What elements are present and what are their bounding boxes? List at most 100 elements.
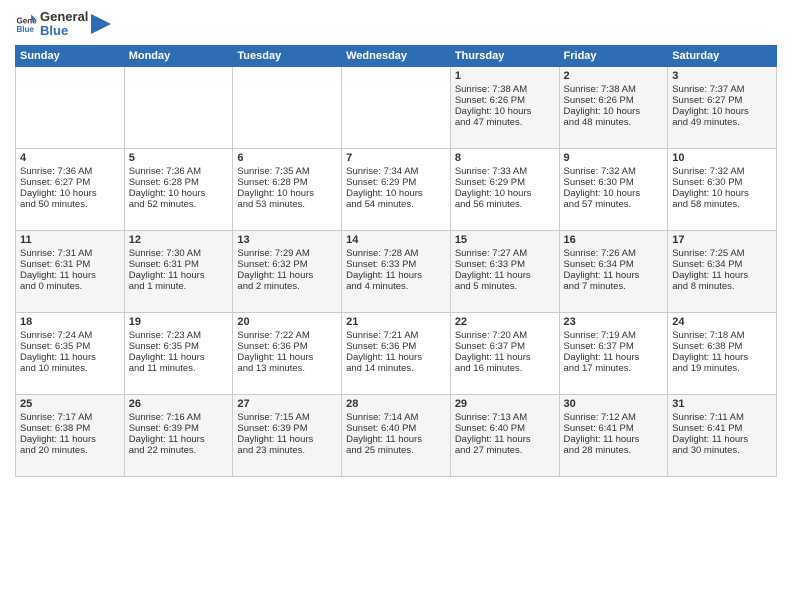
cell-content-line: Daylight: 11 hours: [672, 270, 772, 281]
day-number: 10: [672, 152, 772, 164]
cell-content-line: Sunset: 6:38 PM: [20, 423, 120, 434]
cell-content-line: Sunset: 6:36 PM: [346, 341, 446, 352]
calendar-week-row: 25Sunrise: 7:17 AMSunset: 6:38 PMDayligh…: [16, 394, 777, 476]
cell-content-line: and 54 minutes.: [346, 199, 446, 210]
cell-content-line: Sunset: 6:30 PM: [564, 177, 664, 188]
cell-content-line: and 20 minutes.: [20, 445, 120, 456]
weekday-header-wednesday: Wednesday: [342, 45, 451, 66]
cell-content-line: and 52 minutes.: [129, 199, 229, 210]
cell-content-line: and 7 minutes.: [564, 281, 664, 292]
calendar-week-row: 1Sunrise: 7:38 AMSunset: 6:26 PMDaylight…: [16, 66, 777, 148]
cell-content-line: Sunrise: 7:38 AM: [564, 84, 664, 95]
cell-content-line: Daylight: 11 hours: [129, 270, 229, 281]
calendar-cell: 10Sunrise: 7:32 AMSunset: 6:30 PMDayligh…: [668, 148, 777, 230]
cell-content-line: Daylight: 10 hours: [20, 188, 120, 199]
svg-text:Blue: Blue: [16, 25, 34, 34]
day-number: 29: [455, 398, 555, 410]
weekday-header-tuesday: Tuesday: [233, 45, 342, 66]
calendar-cell: [233, 66, 342, 148]
cell-content-line: Sunset: 6:41 PM: [672, 423, 772, 434]
cell-content-line: Sunset: 6:29 PM: [455, 177, 555, 188]
logo-text-general: General: [40, 10, 88, 24]
calendar-cell: 1Sunrise: 7:38 AMSunset: 6:26 PMDaylight…: [450, 66, 559, 148]
cell-content-line: Daylight: 10 hours: [237, 188, 337, 199]
calendar-cell: 3Sunrise: 7:37 AMSunset: 6:27 PMDaylight…: [668, 66, 777, 148]
calendar-cell: [342, 66, 451, 148]
header: General Blue General Blue: [15, 10, 777, 39]
cell-content-line: Daylight: 10 hours: [346, 188, 446, 199]
calendar-cell: 8Sunrise: 7:33 AMSunset: 6:29 PMDaylight…: [450, 148, 559, 230]
cell-content-line: Sunrise: 7:14 AM: [346, 412, 446, 423]
cell-content-line: Sunset: 6:40 PM: [346, 423, 446, 434]
cell-content-line: Sunset: 6:34 PM: [672, 259, 772, 270]
calendar-cell: 15Sunrise: 7:27 AMSunset: 6:33 PMDayligh…: [450, 230, 559, 312]
cell-content-line: and 0 minutes.: [20, 281, 120, 292]
calendar-cell: 28Sunrise: 7:14 AMSunset: 6:40 PMDayligh…: [342, 394, 451, 476]
cell-content-line: Sunrise: 7:34 AM: [346, 166, 446, 177]
cell-content-line: Daylight: 11 hours: [129, 434, 229, 445]
cell-content-line: and 48 minutes.: [564, 117, 664, 128]
cell-content-line: Sunset: 6:37 PM: [455, 341, 555, 352]
cell-content-line: Sunset: 6:39 PM: [237, 423, 337, 434]
calendar-cell: 27Sunrise: 7:15 AMSunset: 6:39 PMDayligh…: [233, 394, 342, 476]
calendar-cell: 19Sunrise: 7:23 AMSunset: 6:35 PMDayligh…: [124, 312, 233, 394]
cell-content-line: Sunrise: 7:29 AM: [237, 248, 337, 259]
cell-content-line: Sunset: 6:35 PM: [20, 341, 120, 352]
day-number: 18: [20, 316, 120, 328]
cell-content-line: Daylight: 11 hours: [455, 270, 555, 281]
cell-content-line: Daylight: 10 hours: [455, 188, 555, 199]
day-number: 30: [564, 398, 664, 410]
cell-content-line: and 23 minutes.: [237, 445, 337, 456]
cell-content-line: and 16 minutes.: [455, 363, 555, 374]
cell-content-line: Sunrise: 7:28 AM: [346, 248, 446, 259]
day-number: 6: [237, 152, 337, 164]
cell-content-line: Daylight: 11 hours: [237, 270, 337, 281]
weekday-header-row: SundayMondayTuesdayWednesdayThursdayFrid…: [16, 45, 777, 66]
cell-content-line: Sunrise: 7:19 AM: [564, 330, 664, 341]
day-number: 14: [346, 234, 446, 246]
logo-text-blue: Blue: [40, 24, 88, 38]
cell-content-line: Daylight: 11 hours: [20, 434, 120, 445]
cell-content-line: Sunrise: 7:23 AM: [129, 330, 229, 341]
cell-content-line: Sunrise: 7:16 AM: [129, 412, 229, 423]
day-number: 22: [455, 316, 555, 328]
cell-content-line: and 22 minutes.: [129, 445, 229, 456]
cell-content-line: and 14 minutes.: [346, 363, 446, 374]
day-number: 2: [564, 70, 664, 82]
cell-content-line: Sunrise: 7:30 AM: [129, 248, 229, 259]
cell-content-line: and 58 minutes.: [672, 199, 772, 210]
weekday-header-friday: Friday: [559, 45, 668, 66]
day-number: 19: [129, 316, 229, 328]
cell-content-line: Daylight: 10 hours: [129, 188, 229, 199]
cell-content-line: Daylight: 10 hours: [672, 188, 772, 199]
cell-content-line: and 30 minutes.: [672, 445, 772, 456]
cell-content-line: Sunset: 6:35 PM: [129, 341, 229, 352]
cell-content-line: and 53 minutes.: [237, 199, 337, 210]
calendar-week-row: 11Sunrise: 7:31 AMSunset: 6:31 PMDayligh…: [16, 230, 777, 312]
cell-content-line: and 5 minutes.: [455, 281, 555, 292]
cell-content-line: and 2 minutes.: [237, 281, 337, 292]
calendar-cell: 25Sunrise: 7:17 AMSunset: 6:38 PMDayligh…: [16, 394, 125, 476]
cell-content-line: Sunset: 6:26 PM: [455, 95, 555, 106]
cell-content-line: Sunrise: 7:24 AM: [20, 330, 120, 341]
cell-content-line: Sunset: 6:29 PM: [346, 177, 446, 188]
day-number: 1: [455, 70, 555, 82]
cell-content-line: Sunset: 6:40 PM: [455, 423, 555, 434]
day-number: 16: [564, 234, 664, 246]
day-number: 26: [129, 398, 229, 410]
calendar-week-row: 18Sunrise: 7:24 AMSunset: 6:35 PMDayligh…: [16, 312, 777, 394]
calendar-cell: 24Sunrise: 7:18 AMSunset: 6:38 PMDayligh…: [668, 312, 777, 394]
cell-content-line: Sunrise: 7:35 AM: [237, 166, 337, 177]
day-number: 17: [672, 234, 772, 246]
day-number: 13: [237, 234, 337, 246]
cell-content-line: Sunrise: 7:12 AM: [564, 412, 664, 423]
cell-content-line: Daylight: 10 hours: [564, 188, 664, 199]
day-number: 3: [672, 70, 772, 82]
cell-content-line: Sunset: 6:41 PM: [564, 423, 664, 434]
day-number: 28: [346, 398, 446, 410]
calendar-cell: [16, 66, 125, 148]
calendar-cell: 2Sunrise: 7:38 AMSunset: 6:26 PMDaylight…: [559, 66, 668, 148]
day-number: 27: [237, 398, 337, 410]
cell-content-line: Sunset: 6:30 PM: [672, 177, 772, 188]
calendar-cell: 13Sunrise: 7:29 AMSunset: 6:32 PMDayligh…: [233, 230, 342, 312]
